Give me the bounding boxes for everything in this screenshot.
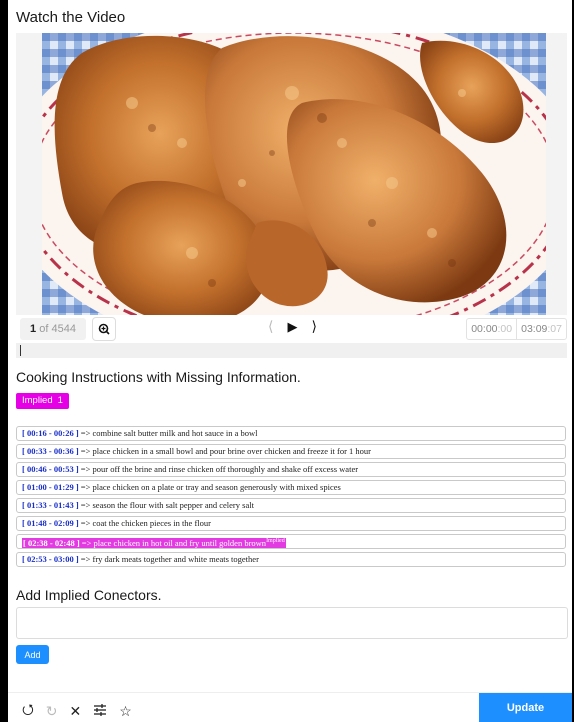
step-text: pour off the brine and rinse chicken off… <box>92 464 359 474</box>
step-text: fry dark meats together and white meats … <box>92 554 259 564</box>
implied-superscript: Implied <box>266 538 285 544</box>
implied-tag-label: Implied <box>22 395 53 406</box>
step-text: place chicken in hot oil and fry until g… <box>93 537 267 548</box>
step-text: coat the chicken pieces in the flour <box>92 518 211 528</box>
star-icon[interactable]: ☆ <box>119 703 132 720</box>
instruction-item[interactable]: [ 00:33 - 00:36 ] => place chicken in a … <box>16 444 566 459</box>
bottom-toolbar: ⭯ ↻ ✕ ☆ Update <box>8 692 572 722</box>
sliders-icon <box>94 703 107 716</box>
step-text: combine salt butter milk and hot sauce i… <box>92 428 258 438</box>
step-timestamp: [ 02:38 - 02:48 ] <box>23 537 80 548</box>
video-frame-image <box>42 33 546 315</box>
step-text: season the flour with salt pepper and ce… <box>92 500 254 510</box>
instructions-title: Cooking Instructions with Missing Inform… <box>16 369 301 385</box>
step-arrow: => <box>79 537 94 548</box>
step-timestamp: [ 01:48 - 02:09 ] <box>22 518 79 528</box>
instruction-item[interactable]: [ 00:16 - 00:26 ] => combine salt butter… <box>16 426 566 441</box>
timeline-bar[interactable] <box>16 343 567 358</box>
step-arrow: => <box>78 446 93 456</box>
connector-input[interactable] <box>16 607 568 639</box>
undo-icon[interactable]: ⭯ <box>22 699 34 722</box>
step-timestamp: [ 01:00 - 01:29 ] <box>22 482 79 492</box>
play-icon[interactable]: ▶ <box>287 319 297 335</box>
time-display: 00:00:00 03:09:07 <box>466 318 567 340</box>
step-timestamp: [ 02:53 - 03:00 ] <box>22 554 79 564</box>
instruction-list: [ 00:16 - 00:26 ] => combine salt butter… <box>16 426 566 570</box>
left-frame-border <box>0 0 8 722</box>
page-title: Watch the Video <box>16 9 126 26</box>
instruction-item[interactable]: [ 02:53 - 03:00 ] => fry dark meats toge… <box>16 552 566 567</box>
implied-highlight[interactable]: [ 02:38 - 02:48 ] => place chicken in ho… <box>22 537 286 548</box>
redo-icon[interactable]: ↻ <box>46 703 58 720</box>
step-arrow: => <box>78 428 93 438</box>
next-frame-icon[interactable]: ⟩ <box>311 318 316 335</box>
step-timestamp: [ 00:16 - 00:26 ] <box>22 428 79 438</box>
step-text: place chicken in a small bowl and pour b… <box>92 446 372 456</box>
instruction-item[interactable]: [ 00:46 - 00:53 ] => pour off the brine … <box>16 462 566 477</box>
step-timestamp: [ 01:33 - 01:43 ] <box>22 500 79 510</box>
player-controls: 1 of 4544 ⟨ ▶ ⟩ 00:00:00 03:09:07 <box>16 315 567 343</box>
connectors-title: Add Implied Conectors. <box>16 587 162 603</box>
frame-current: 1 <box>30 323 37 335</box>
current-time: 00:00:00 <box>467 319 518 339</box>
tool-icons: ⭯ ↻ ✕ ☆ <box>22 699 132 722</box>
instruction-item[interactable]: [ 01:33 - 01:43 ] => season the flour wi… <box>16 498 566 513</box>
step-arrow: => <box>78 482 93 492</box>
prev-frame-icon[interactable]: ⟨ <box>268 318 273 335</box>
step-timestamp: [ 00:46 - 00:53 ] <box>22 464 79 474</box>
step-arrow: => <box>78 554 93 564</box>
step-arrow: => <box>78 464 93 474</box>
add-button[interactable]: Add <box>16 645 49 664</box>
frame-total: of 4544 <box>39 323 76 335</box>
zoom-button[interactable] <box>92 317 116 341</box>
video-player[interactable] <box>16 33 567 315</box>
total-time: 03:09:07 <box>521 323 562 335</box>
step-text: place chicken on a plate or tray and sea… <box>92 482 341 492</box>
timeline-cursor[interactable] <box>20 345 21 356</box>
step-arrow: => <box>78 500 93 510</box>
instruction-item-highlighted[interactable]: [ 02:38 - 02:48 ] => place chicken in ho… <box>16 534 566 549</box>
settings-sliders-icon[interactable] <box>93 703 107 720</box>
frame-counter: 1 of 4544 <box>20 318 86 340</box>
playback-nav: ⟨ ▶ ⟩ <box>268 318 317 335</box>
step-arrow: => <box>78 518 93 528</box>
implied-tag-count: 1 <box>57 395 63 406</box>
implied-label-tag[interactable]: Implied 1 <box>16 393 69 409</box>
instruction-item[interactable]: [ 01:00 - 01:29 ] => place chicken on a … <box>16 480 566 495</box>
close-icon[interactable]: ✕ <box>70 703 82 720</box>
update-button[interactable]: Update <box>479 693 572 722</box>
instruction-item[interactable]: [ 01:48 - 02:09 ] => coat the chicken pi… <box>16 516 566 531</box>
step-timestamp: [ 00:33 - 00:36 ] <box>22 446 79 456</box>
zoom-icon <box>98 323 110 335</box>
